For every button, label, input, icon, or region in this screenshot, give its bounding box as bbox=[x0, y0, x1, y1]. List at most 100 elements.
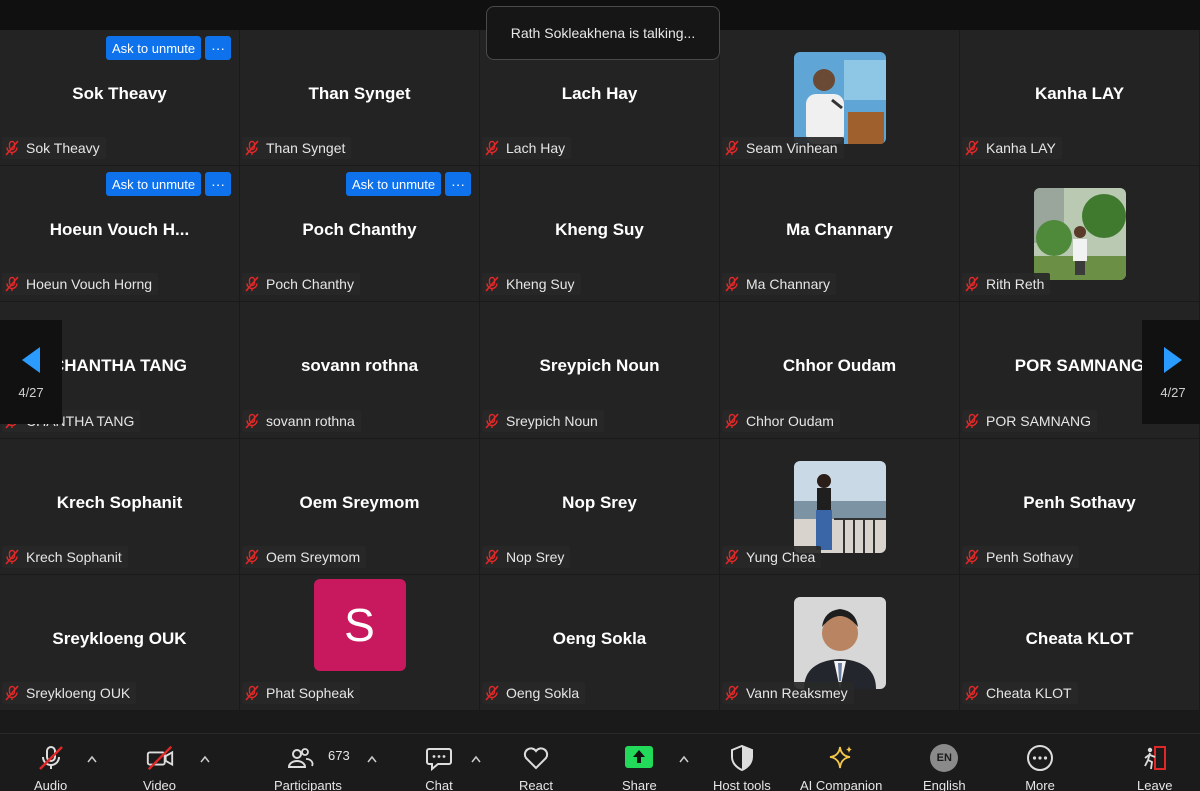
participant-name-label: Yung Chea bbox=[722, 545, 822, 568]
ask-to-unmute-button[interactable]: Ask to unmute bbox=[346, 172, 442, 197]
participant-tile[interactable]: Rith Reth bbox=[960, 166, 1199, 302]
participant-tile[interactable]: Sreypich Noun Sreypich Noun bbox=[480, 302, 719, 438]
microphone-muted-icon bbox=[36, 744, 66, 772]
participant-tile[interactable]: Cheata KLOT Cheata KLOT bbox=[960, 574, 1199, 710]
participant-name-text: Nop Srey bbox=[506, 548, 565, 565]
participant-name-label: Kanha LAY bbox=[962, 137, 1062, 160]
microphone-muted-icon bbox=[485, 549, 499, 565]
participant-name-label: Rith Reth bbox=[962, 273, 1051, 296]
participant-display-name: Cheata KLOT bbox=[1025, 628, 1134, 648]
participant-tile[interactable]: sovann rothna sovann rothna bbox=[240, 302, 479, 438]
ask-to-unmute-controls: Ask to unmute ··· bbox=[106, 172, 232, 197]
participant-display-name: Lach Hay bbox=[561, 84, 638, 103]
participant-display-name: Sreypich Noun bbox=[539, 356, 660, 376]
participant-display-name: Sok Theavy bbox=[72, 84, 167, 103]
microphone-muted-icon bbox=[5, 549, 19, 565]
participant-tile[interactable]: Chhor Oudam Chhor Oudam bbox=[720, 302, 959, 438]
participant-name-label: Chhor Oudam bbox=[722, 409, 840, 432]
participant-name-text: Sok Theavy bbox=[26, 140, 100, 157]
react-button[interactable]: React bbox=[519, 744, 553, 791]
participant-name-label: Penh Sothavy bbox=[962, 545, 1080, 568]
participant-tile[interactable]: Than Synget Than Synget bbox=[240, 30, 479, 166]
participant-more-options-button[interactable]: ··· bbox=[205, 172, 232, 197]
participant-name-label: Sreykloeng OUK bbox=[2, 681, 137, 704]
participant-tile[interactable]: Kheng Suy Kheng Suy bbox=[480, 166, 719, 302]
video-button[interactable]: Video bbox=[143, 744, 176, 791]
share-label: Share bbox=[622, 778, 657, 791]
leave-door-icon bbox=[1140, 744, 1170, 772]
participant-display-name: Ma Channary bbox=[786, 220, 893, 240]
participant-tile[interactable]: Nop Srey Nop Srey bbox=[480, 438, 719, 574]
participant-tile[interactable]: Vann Reaksmey bbox=[720, 574, 959, 710]
share-button[interactable]: Share bbox=[622, 744, 657, 791]
microphone-muted-icon bbox=[725, 140, 739, 156]
microphone-muted-icon bbox=[725, 685, 739, 701]
video-options-chevron-up-icon[interactable] bbox=[199, 754, 211, 764]
chat-button[interactable]: Chat bbox=[424, 744, 454, 791]
participant-more-options-button[interactable]: ··· bbox=[205, 36, 232, 60]
participant-display-name: Chhor Oudam bbox=[782, 356, 897, 376]
next-page-button[interactable]: 4/27 bbox=[1142, 320, 1200, 424]
more-button[interactable]: More bbox=[1025, 744, 1055, 791]
audio-options-chevron-up-icon[interactable] bbox=[86, 754, 98, 764]
participant-tile[interactable]: Ask to unmute ··· Sok Theavy Sok Theavy bbox=[0, 30, 239, 166]
sparkle-icon bbox=[826, 744, 856, 772]
react-label: React bbox=[519, 778, 553, 791]
participant-tile[interactable]: Oeng Sokla Oeng Sokla bbox=[480, 574, 719, 710]
ai-companion-button[interactable]: AI Companion bbox=[800, 744, 882, 791]
participant-name-text: sovann rothna bbox=[266, 412, 355, 429]
participant-name-text: Vann Reaksmey bbox=[746, 684, 848, 701]
video-label: Video bbox=[143, 778, 177, 791]
participant-more-options-button[interactable]: ··· bbox=[445, 172, 472, 197]
microphone-muted-icon bbox=[245, 549, 259, 565]
share-screen-icon bbox=[624, 744, 654, 772]
ai-companion-label: AI Companion bbox=[800, 778, 883, 791]
participant-name-label: Vann Reaksmey bbox=[722, 681, 854, 704]
participant-tile[interactable]: Sreykloeng OUK Sreykloeng OUK bbox=[0, 574, 239, 710]
participant-tile[interactable]: Krech Sophanit Krech Sophanit bbox=[0, 438, 239, 574]
leave-button[interactable]: Leave bbox=[1137, 744, 1172, 791]
participant-tile[interactable]: Kanha LAY Kanha LAY bbox=[960, 30, 1199, 166]
participant-tile[interactable]: Ask to unmute ··· Hoeun Vouch H... Hoeun Vo… bbox=[0, 166, 239, 302]
triangle-right-icon bbox=[1164, 346, 1182, 373]
participant-name-text: Rith Reth bbox=[986, 276, 1045, 293]
ask-to-unmute-button[interactable]: Ask to unmute bbox=[106, 36, 202, 60]
participant-name-text: Kanha LAY bbox=[986, 140, 1056, 157]
participant-name-text: Kheng Suy bbox=[506, 276, 575, 293]
english-interpretation-button[interactable]: EN English bbox=[923, 744, 966, 791]
chat-options-chevron-up-icon[interactable] bbox=[470, 754, 482, 764]
participant-tile[interactable]: Ma Channary Ma Channary bbox=[720, 166, 959, 302]
microphone-muted-icon bbox=[485, 276, 499, 292]
participant-name-label: Phat Sopheak bbox=[242, 681, 360, 704]
share-options-chevron-up-icon[interactable] bbox=[678, 754, 690, 764]
ask-to-unmute-controls: Ask to unmute ··· bbox=[346, 172, 472, 197]
participant-display-name: Kanha LAY bbox=[1034, 84, 1125, 103]
participant-tile[interactable]: Penh Sothavy Penh Sothavy bbox=[960, 438, 1199, 574]
previous-page-button[interactable]: 4/27 bbox=[0, 320, 62, 424]
host-tools-button[interactable]: Host tools bbox=[713, 744, 771, 791]
ask-to-unmute-button[interactable]: Ask to unmute bbox=[106, 172, 202, 197]
participant-name-text: Phat Sopheak bbox=[266, 684, 354, 701]
participant-name-text: Sreykloeng OUK bbox=[26, 684, 131, 701]
participant-tile[interactable]: Ask to unmute ··· Poch Chanthy Poch Chanthy bbox=[240, 166, 479, 302]
participant-tile[interactable]: Oem Sreymom Oem Sreymom bbox=[240, 438, 479, 574]
more-label: More bbox=[1025, 778, 1055, 791]
participant-tile[interactable]: S Phat Sopheak bbox=[240, 574, 479, 710]
participant-tile[interactable]: Yung Chea bbox=[720, 438, 959, 574]
participants-options-chevron-up-icon[interactable] bbox=[366, 754, 378, 764]
participant-display-name: Kheng Suy bbox=[555, 220, 644, 240]
audio-button[interactable]: Audio bbox=[34, 744, 67, 791]
microphone-muted-icon bbox=[245, 413, 259, 429]
microphone-muted-icon bbox=[725, 549, 739, 565]
page-indicator-left: 4/27 bbox=[18, 384, 44, 400]
participant-display-name: Krech Sophanit bbox=[56, 492, 183, 512]
participant-name-text: Sreypich Noun bbox=[506, 412, 598, 429]
participant-name-label: Ma Channary bbox=[722, 273, 837, 296]
microphone-muted-icon bbox=[245, 685, 259, 701]
talking-text: Rath Sokleakhena is talking... bbox=[510, 25, 696, 41]
participant-name-label: POR SAMNANG bbox=[962, 409, 1098, 432]
participant-name-label: Nop Srey bbox=[482, 545, 571, 568]
participant-tile[interactable]: Seam Vinhean bbox=[720, 30, 959, 166]
participant-display-name: Oem Sreymom bbox=[299, 492, 420, 512]
participant-name-text: Hoeun Vouch Horng bbox=[26, 276, 153, 293]
